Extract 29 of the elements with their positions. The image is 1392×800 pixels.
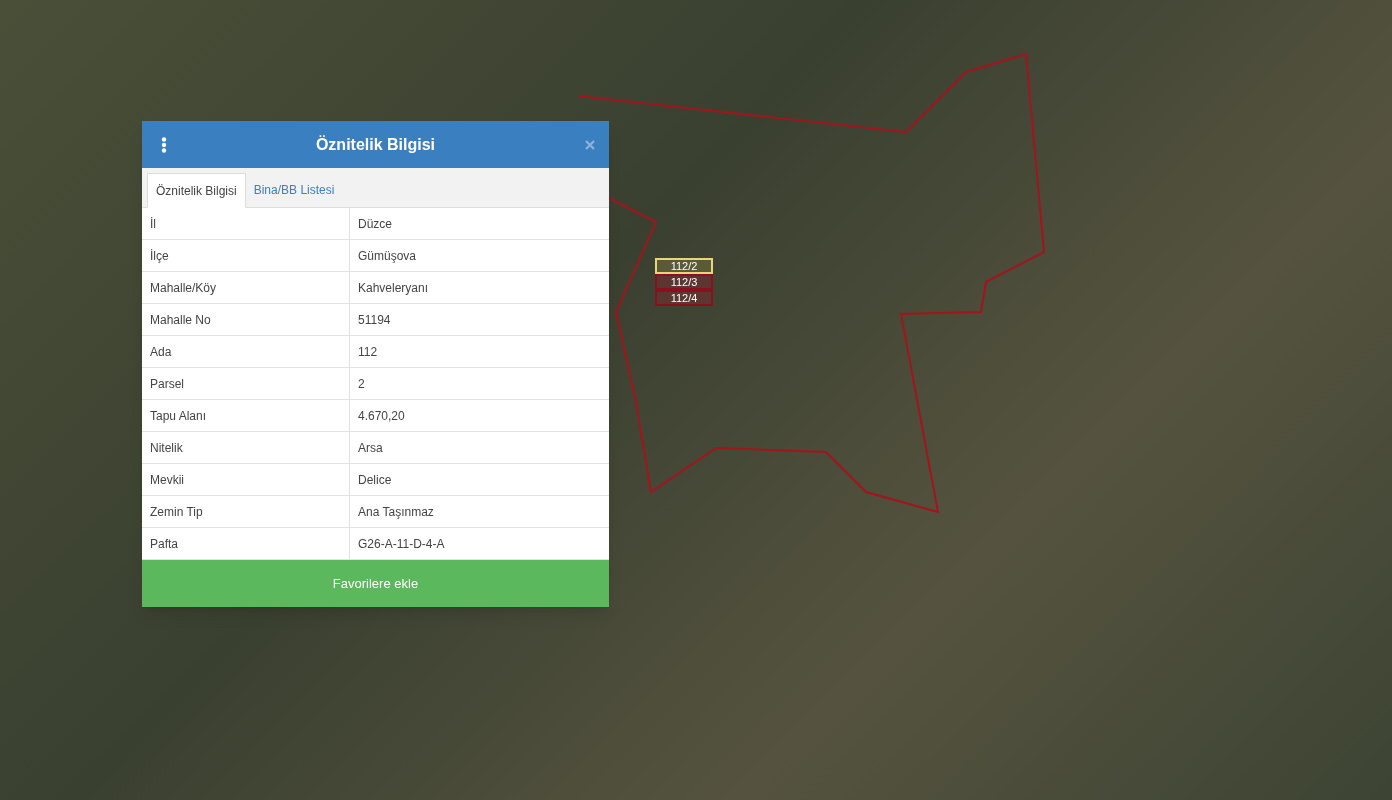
attribute-value: 4.670,20 xyxy=(357,407,406,425)
attribute-value: 2 xyxy=(357,375,366,393)
attribute-value: Ana Taşınmaz xyxy=(357,503,435,521)
attribute-value: Delice xyxy=(357,471,393,489)
attribute-label: Ada xyxy=(142,336,350,367)
attribute-value: Kahveleryanı xyxy=(357,279,430,297)
attribute-label: Mevkii xyxy=(142,464,350,495)
attribute-label: Mahalle No xyxy=(142,304,350,335)
tab[interactable]: Bina/BB Listesi xyxy=(245,172,343,207)
attribute-value: Düzce xyxy=(357,215,393,233)
attribute-label: Tapu Alanı xyxy=(142,400,350,431)
attribute-label: Nitelik xyxy=(142,432,350,463)
more-vertical-icon[interactable] xyxy=(161,136,167,153)
attribute-label: Zemin Tip xyxy=(142,496,350,527)
attribute-value: G26-A-11-D-4-A xyxy=(357,535,446,553)
attribute-label: Parsel xyxy=(142,368,350,399)
parcel-label[interactable]: 112/2 xyxy=(655,258,713,274)
attribute-label: İl xyxy=(142,208,350,239)
attribute-value: Gümüşova xyxy=(357,247,418,265)
attribute-label: Mahalle/Köy xyxy=(142,272,350,303)
attribute-value: 51194 xyxy=(357,311,392,329)
dialog-title: Öznitelik Bilgisi xyxy=(315,134,436,155)
attribute-value: Arsa xyxy=(357,439,384,457)
attribute-value: 112 xyxy=(357,343,379,361)
parcel-label[interactable]: 112/3 xyxy=(655,274,713,290)
attribute-label: Pafta xyxy=(142,528,350,559)
parcel-label[interactable]: 112/4 xyxy=(655,290,713,306)
tab[interactable]: Öznitelik Bilgisi xyxy=(147,173,246,208)
attribute-label: İlçe xyxy=(142,240,350,271)
